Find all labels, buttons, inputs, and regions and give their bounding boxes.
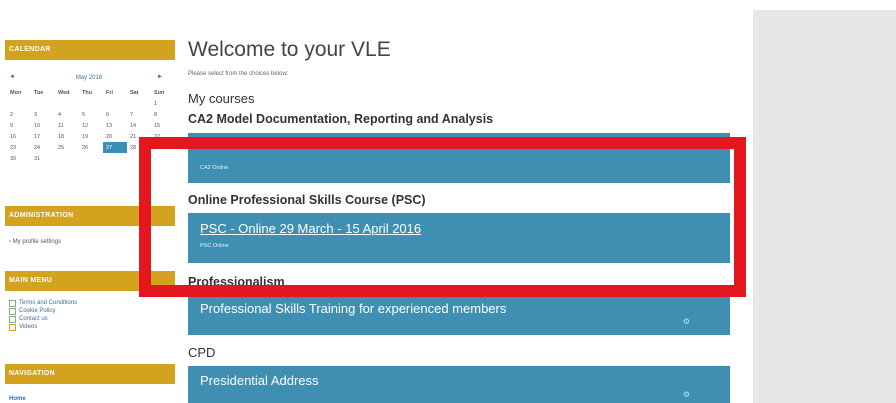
folder-icon bbox=[9, 323, 16, 331]
calendar-day-header: Sat bbox=[130, 89, 139, 96]
course-card-professional-skills[interactable]: Professional Skills Training for experie… bbox=[188, 293, 730, 335]
calendar-day-header: Mon bbox=[10, 89, 22, 96]
calendar-day bbox=[127, 98, 151, 109]
calendar-day[interactable]: 13 bbox=[103, 120, 127, 131]
calendar-day[interactable]: 31 bbox=[31, 153, 55, 164]
calendar-day[interactable]: 17 bbox=[31, 131, 55, 142]
calendar-day[interactable]: 15 bbox=[151, 120, 175, 131]
calendar-day-header: Fri bbox=[106, 89, 114, 96]
calendar-day[interactable]: 7 bbox=[127, 109, 151, 120]
calendar-day[interactable]: 10 bbox=[31, 120, 55, 131]
category-heading[interactable]: CA2 Model Documentation, Reporting and A… bbox=[188, 112, 493, 126]
calendar-day[interactable]: 18 bbox=[55, 131, 79, 142]
calendar-day[interactable]: 11 bbox=[55, 120, 79, 131]
checkbox-icon bbox=[9, 307, 16, 315]
calendar-next-icon[interactable]: ► bbox=[157, 74, 163, 80]
calendar-day[interactable]: 27 bbox=[103, 142, 127, 153]
main-menu-list: Terms and Conditions Cookie Policy Conta… bbox=[9, 299, 77, 331]
nav-home-link[interactable]: Home bbox=[9, 396, 26, 402]
course-title[interactable]: Presidential Address bbox=[200, 373, 319, 388]
calendar-day[interactable]: 4 bbox=[55, 109, 79, 120]
calendar-day-header: Sun bbox=[154, 89, 165, 96]
calendar-day[interactable]: 16 bbox=[7, 131, 31, 142]
calendar-day[interactable]: 5 bbox=[79, 109, 103, 120]
calendar-day bbox=[79, 153, 103, 164]
calendar-day[interactable]: 2 bbox=[7, 109, 31, 120]
calendar-day bbox=[79, 98, 103, 109]
calendar-day[interactable]: 1 bbox=[151, 98, 175, 109]
gear-icon[interactable]: ⚙ bbox=[683, 390, 690, 399]
calendar-day[interactable]: 12 bbox=[79, 120, 103, 131]
menu-item-videos[interactable]: Videos bbox=[9, 323, 77, 331]
my-profile-settings-link[interactable]: › My profile settings bbox=[9, 239, 61, 245]
right-gray-panel bbox=[753, 10, 896, 403]
calendar-day[interactable]: 3 bbox=[31, 109, 55, 120]
checkbox-icon bbox=[9, 299, 16, 307]
highlight-frame bbox=[139, 137, 746, 297]
calendar-month[interactable]: May 2016 bbox=[5, 75, 173, 81]
calendar-day-header: Wed bbox=[58, 89, 70, 96]
calendar-nav: ◄ May 2016 ► bbox=[5, 72, 173, 86]
page-title: Welcome to your VLE bbox=[188, 38, 391, 61]
menu-item-terms[interactable]: Terms and Conditions bbox=[9, 299, 77, 307]
page-subtitle: Please select from the choices below: bbox=[188, 71, 289, 77]
calendar-day[interactable]: 14 bbox=[127, 120, 151, 131]
calendar-day[interactable]: 19 bbox=[79, 131, 103, 142]
calendar-day[interactable]: 30 bbox=[7, 153, 31, 164]
calendar-day[interactable]: 25 bbox=[55, 142, 79, 153]
checkbox-icon bbox=[9, 315, 16, 323]
category-heading[interactable]: CPD bbox=[188, 345, 215, 360]
calendar-day bbox=[103, 153, 127, 164]
calendar-day[interactable]: 6 bbox=[103, 109, 127, 120]
menu-item-cookie-policy[interactable]: Cookie Policy bbox=[9, 307, 77, 315]
my-courses-heading: My courses bbox=[188, 91, 255, 106]
calendar-day-header: Thu bbox=[82, 89, 93, 96]
calendar-day[interactable]: 8 bbox=[151, 109, 175, 120]
calendar-day[interactable]: 24 bbox=[31, 142, 55, 153]
calendar-day bbox=[31, 98, 55, 109]
calendar-day[interactable]: 23 bbox=[7, 142, 31, 153]
menu-item-contact-us[interactable]: Contact us bbox=[9, 315, 77, 323]
calendar-day[interactable]: 9 bbox=[7, 120, 31, 131]
calendar-day bbox=[103, 98, 127, 109]
calendar-day[interactable]: 20 bbox=[103, 131, 127, 142]
course-card-presidential[interactable]: Presidential Address ⚙ bbox=[188, 366, 730, 403]
calendar-day[interactable]: 26 bbox=[79, 142, 103, 153]
calendar-day bbox=[55, 153, 79, 164]
course-title[interactable]: Professional Skills Training for experie… bbox=[200, 301, 506, 316]
calendar-day bbox=[55, 98, 79, 109]
calendar-day-header: Tue bbox=[34, 89, 44, 96]
navigation-header: NAVIGATION bbox=[5, 364, 175, 384]
calendar-day bbox=[7, 98, 31, 109]
gear-icon[interactable]: ⚙ bbox=[683, 317, 690, 326]
calendar-header: CALENDAR bbox=[5, 40, 175, 60]
